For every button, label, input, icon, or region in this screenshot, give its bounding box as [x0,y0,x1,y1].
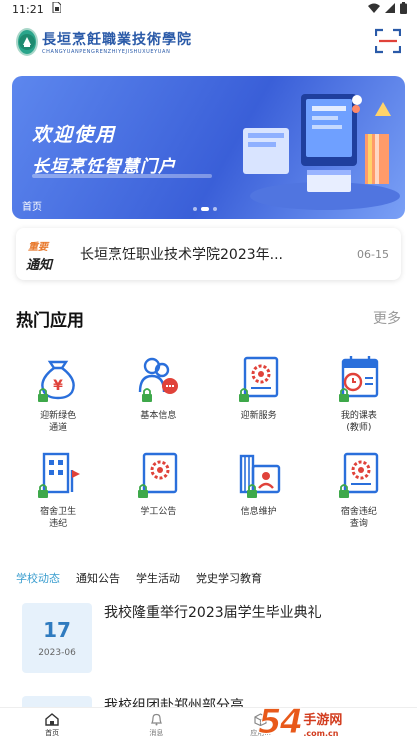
building-flag-icon [32,448,84,500]
tab-notices[interactable]: 通知公告 [76,570,120,590]
news-item[interactable]: 17 2023-06 我校隆重举行2023届学生毕业典礼 [22,603,402,675]
tab-party-history[interactable]: 党史学习教育 [196,570,262,590]
pagination-dot[interactable] [213,207,217,211]
app-dorm-violation-query[interactable]: 宿舍违纪 查询 [309,448,409,530]
banner-headline: 欢迎使用 [32,124,117,146]
app-label: 迎新绿色 通道 [40,411,77,433]
money-bag-icon: ¥ [32,352,84,404]
watermark-url: .com.cn [303,729,339,738]
pagination-dot-active[interactable] [201,207,209,211]
app-label: 学工公告 [140,507,177,517]
logo-chinese-name: 長垣烹飪職業技術學院 [42,32,192,48]
news-month: 2023-06 [38,648,76,658]
hot-apps-grid: ¥ 迎新绿色 通道 基本信息 迎新服务 我的课表 (教师) 宿舍卫生 违纪 学工… [8,352,409,530]
site-watermark: 54 手游网 .com.cn [257,697,413,742]
app-info-maintenance[interactable]: 信息维护 [209,448,309,530]
people-icon [132,352,184,404]
status-time: 11:21 [12,2,44,16]
svg-text:¥: ¥ [53,378,63,394]
home-icon [45,713,59,726]
app-label: 宿舍卫生 违纪 [40,507,77,529]
news-date-box: 17 2023-06 [22,603,92,673]
scan-icon [374,28,402,54]
bell-icon [150,713,162,726]
more-link[interactable]: 更多 [373,308,401,328]
scan-button[interactable] [374,28,402,54]
status-bar: 11:21 [0,0,417,18]
cellular-icon [385,2,395,16]
notice-badge-bottom: 通知 [26,258,53,273]
banner-illustration [243,94,400,210]
app-label: 迎新服务 [240,411,277,421]
sim-card-icon [52,1,62,16]
app-green-channel[interactable]: ¥ 迎新绿色 通道 [8,352,108,434]
watermark-number: 54 [257,702,303,742]
logo-english-name: CHANGYUANPENGRENZHIYEJISHUXUEYUAN [42,49,171,55]
nav-label: 首页 [45,729,60,737]
watermark-site-name: 手游网 [303,713,343,728]
battery-icon [400,1,407,17]
app-basic-info[interactable]: 基本信息 [108,352,208,434]
app-dorm-hygiene[interactable]: 宿舍卫生 违纪 [8,448,108,530]
nav-messages[interactable]: 消息 [104,708,208,743]
welcome-banner[interactable]: 欢迎使用 长垣烹饪智慧门户 首页 [12,76,405,219]
award-document-icon [132,448,184,500]
news-day: 17 [43,618,71,642]
certificate-icon [233,352,285,404]
app-label: 我的课表 (教师) [340,411,377,433]
notice-badge: 重要 通知 [26,236,68,273]
banner-underline [32,174,212,178]
news-title[interactable]: 我校隆重举行2023届学生毕业典礼 [104,603,322,675]
app-label: 宿舍违纪 查询 [340,507,377,529]
tab-school-news[interactable]: 学校动态 [16,570,60,590]
app-my-schedule[interactable]: 我的课表 (教师) [309,352,409,434]
notice-date: 06-15 [357,247,389,261]
settings-document-icon [333,448,385,500]
id-card-building-icon [233,448,285,500]
section-title: 热门应用 [16,310,84,331]
news-tabs: 学校动态 通知公告 学生活动 党史学习教育 [16,570,262,590]
banner-caption: 首页 [22,202,42,213]
nav-label: 消息 [149,729,164,737]
school-logo: 長垣烹飪職業技術學院 CHANGYUANPENGRENZHIYEJISHUXUE… [16,26,191,58]
app-student-notice[interactable]: 学工公告 [108,448,208,530]
app-header: 長垣烹飪職業技術學院 CHANGYUANPENGRENZHIYEJISHUXUE… [0,18,417,68]
hot-apps-header: 热门应用 更多 [16,306,401,331]
app-label: 信息维护 [240,507,277,517]
pagination-dot[interactable] [193,207,197,211]
nav-home[interactable]: 首页 [0,708,104,743]
notice-badge-top: 重要 [28,242,48,253]
notice-text[interactable]: 长垣烹饪职业技术学院2023年... [80,244,347,264]
important-notice-bar[interactable]: 重要 通知 长垣烹饪职业技术学院2023年... 06-15 [16,228,401,280]
app-label: 基本信息 [140,411,177,421]
wifi-icon [368,3,380,16]
tab-student-activities[interactable]: 学生活动 [136,570,180,590]
app-freshman-service[interactable]: 迎新服务 [209,352,309,434]
banner-pagination [193,207,217,211]
calendar-clock-icon [333,352,385,404]
school-emblem-icon [16,28,38,56]
